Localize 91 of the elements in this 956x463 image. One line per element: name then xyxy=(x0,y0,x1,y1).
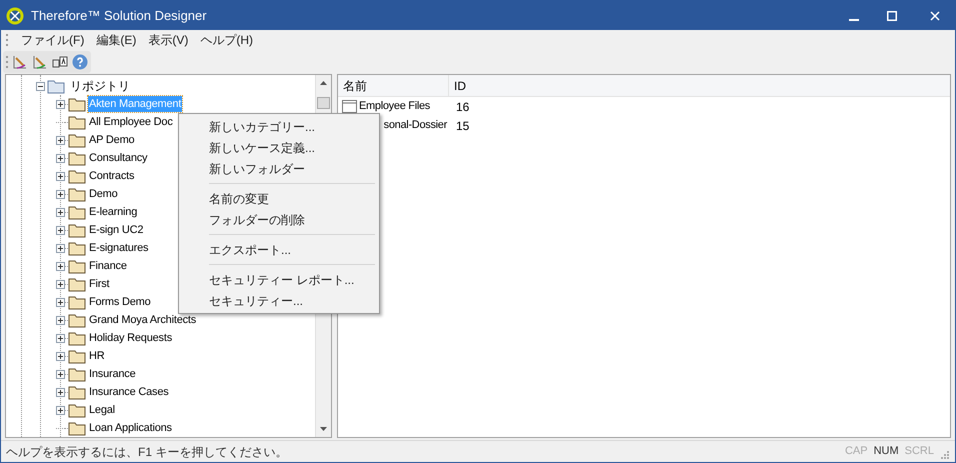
expand-icon[interactable] xyxy=(56,190,65,198)
tree-item[interactable]: Legal xyxy=(88,402,116,418)
expand-icon[interactable] xyxy=(56,136,65,144)
folder-icon xyxy=(68,366,86,382)
pen-tool-icon[interactable] xyxy=(12,54,28,70)
tree-item[interactable]: Forms Demo xyxy=(88,294,152,310)
menu-item[interactable]: セキュリティー レポート... xyxy=(179,269,379,290)
expand-icon[interactable] xyxy=(56,316,65,324)
folder-icon xyxy=(68,312,86,328)
table-cell-text: sonal-Dossier xyxy=(384,118,447,134)
translate-icon[interactable] xyxy=(52,55,68,69)
table-cell-text: 16 xyxy=(455,98,470,116)
expand-icon[interactable] xyxy=(56,298,65,306)
expand-icon[interactable] xyxy=(56,262,65,270)
tree-item[interactable]: AP Demo xyxy=(88,132,136,148)
expand-icon[interactable] xyxy=(56,172,65,180)
expand-icon[interactable] xyxy=(56,208,65,216)
folder-icon xyxy=(68,276,86,292)
grip-icon xyxy=(6,34,9,46)
tree-item[interactable]: リポジトリ xyxy=(68,77,132,95)
folder-icon xyxy=(68,132,86,148)
maximize-icon xyxy=(887,10,897,20)
document-icon xyxy=(342,100,357,113)
tree-item[interactable]: E-signatures xyxy=(88,240,150,256)
menu-item[interactable]: フォルダーの削除 xyxy=(179,209,379,230)
column-header[interactable]: 名前 xyxy=(338,75,449,96)
folder-icon xyxy=(68,222,86,238)
table-cell-text: Employee Files xyxy=(359,99,430,114)
close-icon xyxy=(930,10,940,20)
expand-icon[interactable] xyxy=(56,406,65,414)
folder-icon xyxy=(68,294,86,310)
table-cell-text: 15 xyxy=(455,118,470,134)
menu-item[interactable]: 名前の変更 xyxy=(179,188,379,209)
tree-item[interactable]: Grand Moya Architects xyxy=(88,312,198,328)
app-logo-icon xyxy=(6,6,24,24)
tree-item[interactable]: E-learning xyxy=(88,204,138,220)
tree-item[interactable]: Finance xyxy=(88,258,128,274)
menu-item[interactable]: ファイル(F) xyxy=(15,30,90,50)
menu-item[interactable]: 新しいケース定義... xyxy=(179,137,379,158)
menu-item[interactable]: 新しいカテゴリー... xyxy=(179,116,379,137)
status-indicator: SCRL xyxy=(904,444,934,460)
menu-item[interactable]: ヘルプ(H) xyxy=(194,30,259,50)
tree-item[interactable]: Demo xyxy=(88,186,119,202)
repository-icon xyxy=(47,78,65,94)
expand-icon[interactable] xyxy=(56,388,65,396)
folder-icon xyxy=(68,258,86,274)
expand-icon[interactable] xyxy=(56,244,65,252)
tree-item[interactable]: Consultancy xyxy=(88,150,148,166)
tree-item[interactable]: Insurance xyxy=(88,366,137,382)
tree-item[interactable]: All Employee Doc xyxy=(88,114,174,130)
tree-item[interactable]: Holiday Requests xyxy=(88,330,174,346)
expand-icon[interactable] xyxy=(56,370,65,378)
tree-item[interactable]: Insurance Cases xyxy=(88,384,170,400)
folder-icon xyxy=(68,330,86,346)
folder-icon xyxy=(68,114,86,130)
expand-icon[interactable] xyxy=(56,154,65,162)
menu-item[interactable]: 新しいフォルダー xyxy=(179,158,379,179)
status-indicator: NUM xyxy=(874,444,899,460)
folder-icon xyxy=(68,384,86,400)
status-text: ヘルプを表示するには、F1 キーを押してください。 xyxy=(6,444,288,460)
collapse-icon[interactable] xyxy=(36,82,45,90)
folder-icon xyxy=(68,420,86,436)
folder-icon xyxy=(68,96,86,112)
expand-icon[interactable] xyxy=(56,352,65,360)
tree-item[interactable]: E-sign UC2 xyxy=(88,222,144,238)
status-indicator: CAP xyxy=(844,444,868,460)
menu-item[interactable]: 表示(V) xyxy=(142,30,194,50)
expand-icon[interactable] xyxy=(56,334,65,342)
minimize-icon xyxy=(849,18,859,20)
menu-item[interactable]: セキュリティー... xyxy=(179,290,379,311)
menu-item[interactable]: 編集(E) xyxy=(90,30,142,50)
column-header[interactable]: ID xyxy=(449,75,466,96)
folder-icon xyxy=(68,402,86,418)
folder-icon xyxy=(68,168,86,184)
folder-icon xyxy=(68,204,86,220)
folder-icon xyxy=(68,348,86,364)
window-title: Therefore™ Solution Designer xyxy=(31,6,207,25)
folder-icon xyxy=(68,150,86,166)
expand-icon[interactable] xyxy=(56,280,65,288)
menu-item[interactable]: エクスポート... xyxy=(179,239,379,260)
expand-icon[interactable] xyxy=(56,100,65,108)
folder-icon xyxy=(68,186,86,202)
pen-tool-icon[interactable] xyxy=(32,54,48,70)
tree-item[interactable]: HR xyxy=(88,348,106,364)
tree-item[interactable]: First xyxy=(88,276,110,292)
tree-item[interactable]: Loan Applications xyxy=(88,420,173,436)
resize-grip-icon[interactable] xyxy=(940,450,950,460)
scrollbar-thumb[interactable] xyxy=(317,97,330,109)
expand-icon[interactable] xyxy=(56,226,65,234)
tree-item[interactable]: Contracts xyxy=(88,168,136,184)
folder-icon xyxy=(68,240,86,256)
